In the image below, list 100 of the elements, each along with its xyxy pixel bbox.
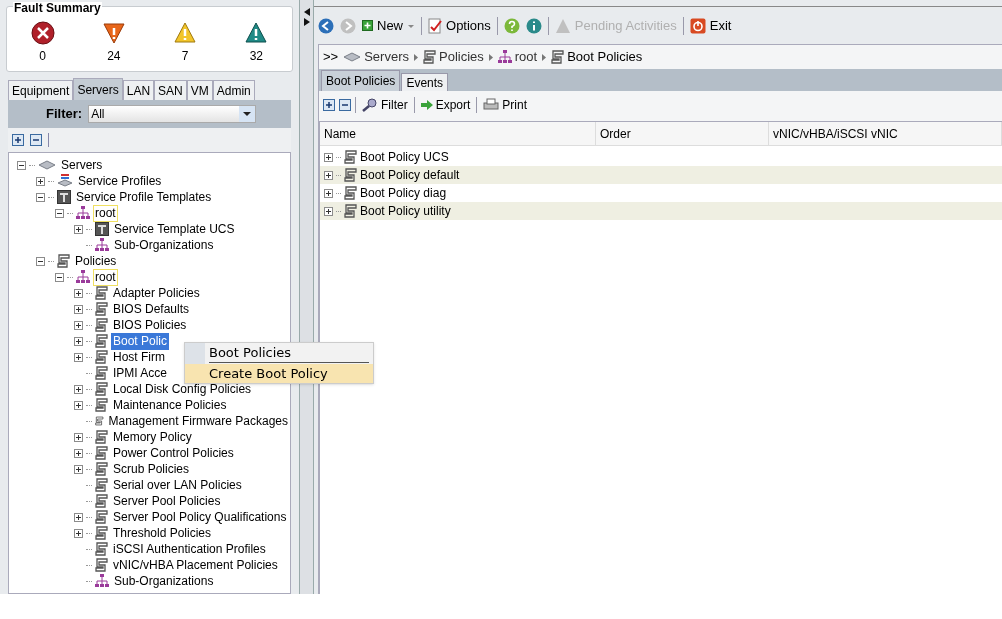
scroll-icon: [95, 542, 108, 556]
scroll-icon: [551, 50, 565, 64]
expand-icon[interactable]: [324, 170, 333, 180]
breadcrumb-link[interactable]: root: [497, 47, 538, 67]
critical-fault-icon: [30, 21, 55, 45]
scroll-icon: [344, 150, 357, 164]
fault-count: 32: [249, 48, 264, 65]
add-icon[interactable]: [323, 99, 335, 111]
expand-icon[interactable]: [324, 206, 333, 216]
expand-icon[interactable]: [74, 336, 83, 346]
tree-item[interactable]: Server Pool Policy Qualifications: [111, 508, 289, 526]
tree-item[interactable]: Memory Policy: [111, 428, 194, 446]
expand-icon[interactable]: [74, 448, 83, 458]
tree-item[interactable]: Maintenance Policies: [111, 396, 229, 414]
content-tab[interactable]: Events: [401, 73, 449, 91]
tree-item[interactable]: Sub-Organizations: [112, 236, 216, 254]
collapse-icon[interactable]: [36, 192, 45, 202]
expand-right-icon[interactable]: [303, 18, 310, 26]
expand-icon[interactable]: [74, 384, 83, 394]
tree-item[interactable]: BIOS Defaults: [111, 300, 192, 318]
tree-item[interactable]: Local Disk Config Policies: [111, 380, 254, 398]
tree-item[interactable]: Power Control Policies: [111, 444, 236, 462]
collapse-icon[interactable]: [55, 208, 64, 218]
minor-fault-icon: [173, 21, 198, 45]
table-cell-text: Boot Policy default: [360, 167, 460, 184]
tree-item[interactable]: Management Firmware Packages: [106, 412, 290, 430]
table-cell-text: Boot Policy utility: [360, 203, 451, 220]
expand-icon[interactable]: [74, 512, 83, 522]
collapse-icon[interactable]: [55, 272, 64, 282]
filter-dropdown[interactable]: All: [88, 105, 257, 123]
tree-item[interactable]: Scrub Policies: [111, 460, 192, 478]
print-button[interactable]: Print: [481, 96, 530, 114]
expand-icon[interactable]: [36, 176, 45, 186]
content-tab[interactable]: Boot Policies: [321, 70, 401, 91]
tree-item[interactable]: Policies: [73, 252, 119, 270]
scroll-icon: [95, 334, 108, 348]
tree-item[interactable]: Server Pool Policies: [111, 492, 223, 510]
expand-icon[interactable]: [74, 320, 83, 330]
column-header[interactable]: Order: [596, 122, 769, 145]
tree-item[interactable]: Boot Polic: [111, 332, 170, 350]
tree-item[interactable]: Adapter Policies: [111, 284, 202, 302]
expand-icon[interactable]: [74, 432, 83, 442]
menu-item[interactable]: Create Boot Policy: [185, 364, 373, 383]
expand-icon[interactable]: [74, 288, 83, 298]
scroll-icon: [95, 462, 108, 476]
tree-item[interactable]: vNIC/vHBA Placement Policies: [111, 556, 280, 574]
tree-item[interactable]: Host Firm: [111, 348, 167, 366]
scroll-icon: [95, 430, 108, 444]
add-icon[interactable]: [12, 134, 24, 146]
nav-tab[interactable]: Equipment: [8, 80, 74, 100]
new-button[interactable]: New: [362, 15, 415, 36]
breadcrumb-link[interactable]: Boot Policies: [551, 47, 643, 67]
scroll-icon: [95, 526, 108, 540]
org-tree-icon: [95, 574, 109, 588]
scroll-icon: [423, 50, 436, 64]
column-header[interactable]: vNIC/vHBA/iSCSI vNIC: [769, 122, 1002, 145]
tree-item[interactable]: Threshold Policies: [111, 524, 214, 542]
remove-icon[interactable]: [339, 99, 351, 111]
expand-icon[interactable]: [74, 352, 83, 362]
column-header[interactable]: Name: [320, 122, 596, 145]
tree-item[interactable]: root: [93, 204, 118, 222]
breadcrumb-link[interactable]: Servers: [343, 47, 409, 67]
tree-item[interactable]: root: [93, 268, 118, 286]
nav-tab[interactable]: SAN: [154, 80, 187, 100]
nav-tab[interactable]: VM: [186, 80, 213, 100]
menu-title: Boot Policies: [209, 344, 369, 363]
tree-item[interactable]: Service Template UCS: [112, 220, 237, 238]
expand-icon[interactable]: [324, 188, 333, 198]
collapse-icon[interactable]: [36, 256, 45, 266]
nav-tab[interactable]: Admin: [212, 80, 255, 100]
expand-icon[interactable]: [74, 304, 83, 314]
breadcrumb-link[interactable]: Policies: [423, 47, 484, 67]
tree-item[interactable]: Service Profiles: [76, 172, 164, 190]
nav-tab[interactable]: LAN: [122, 80, 155, 100]
server-icon: [343, 51, 362, 63]
nav-tab[interactable]: Servers: [73, 78, 123, 100]
collapse-icon[interactable]: [17, 160, 26, 170]
expand-icon[interactable]: [74, 464, 83, 474]
tree-item[interactable]: Serial over LAN Policies: [111, 476, 244, 494]
tree-item[interactable]: BIOS Policies: [111, 316, 189, 334]
tree-item[interactable]: iSCSI Authentication Profiles: [111, 540, 268, 558]
collapse-left-icon[interactable]: [303, 8, 310, 16]
panel-title: Fault Summary: [13, 2, 102, 14]
export-button[interactable]: Export: [418, 96, 473, 114]
exit-button[interactable]: Exit: [689, 15, 732, 36]
expand-icon[interactable]: [74, 400, 83, 410]
tree-item[interactable]: Sub-Organizations: [112, 572, 216, 590]
expand-icon[interactable]: [324, 152, 333, 162]
tree-item[interactable]: IPMI Acce: [111, 364, 170, 382]
back-button[interactable]: [318, 17, 334, 34]
tree-item[interactable]: Service Profile Templates: [74, 188, 214, 206]
expand-icon[interactable]: [74, 528, 83, 538]
remove-icon[interactable]: [30, 134, 42, 146]
info-button[interactable]: [525, 17, 542, 34]
options-button[interactable]: Options: [428, 15, 491, 36]
scroll-icon: [57, 254, 70, 268]
info-icon: [525, 17, 542, 34]
filter-button[interactable]: Filter: [360, 96, 410, 114]
tree-item[interactable]: Servers: [59, 156, 105, 174]
expand-icon[interactable]: [74, 224, 83, 234]
